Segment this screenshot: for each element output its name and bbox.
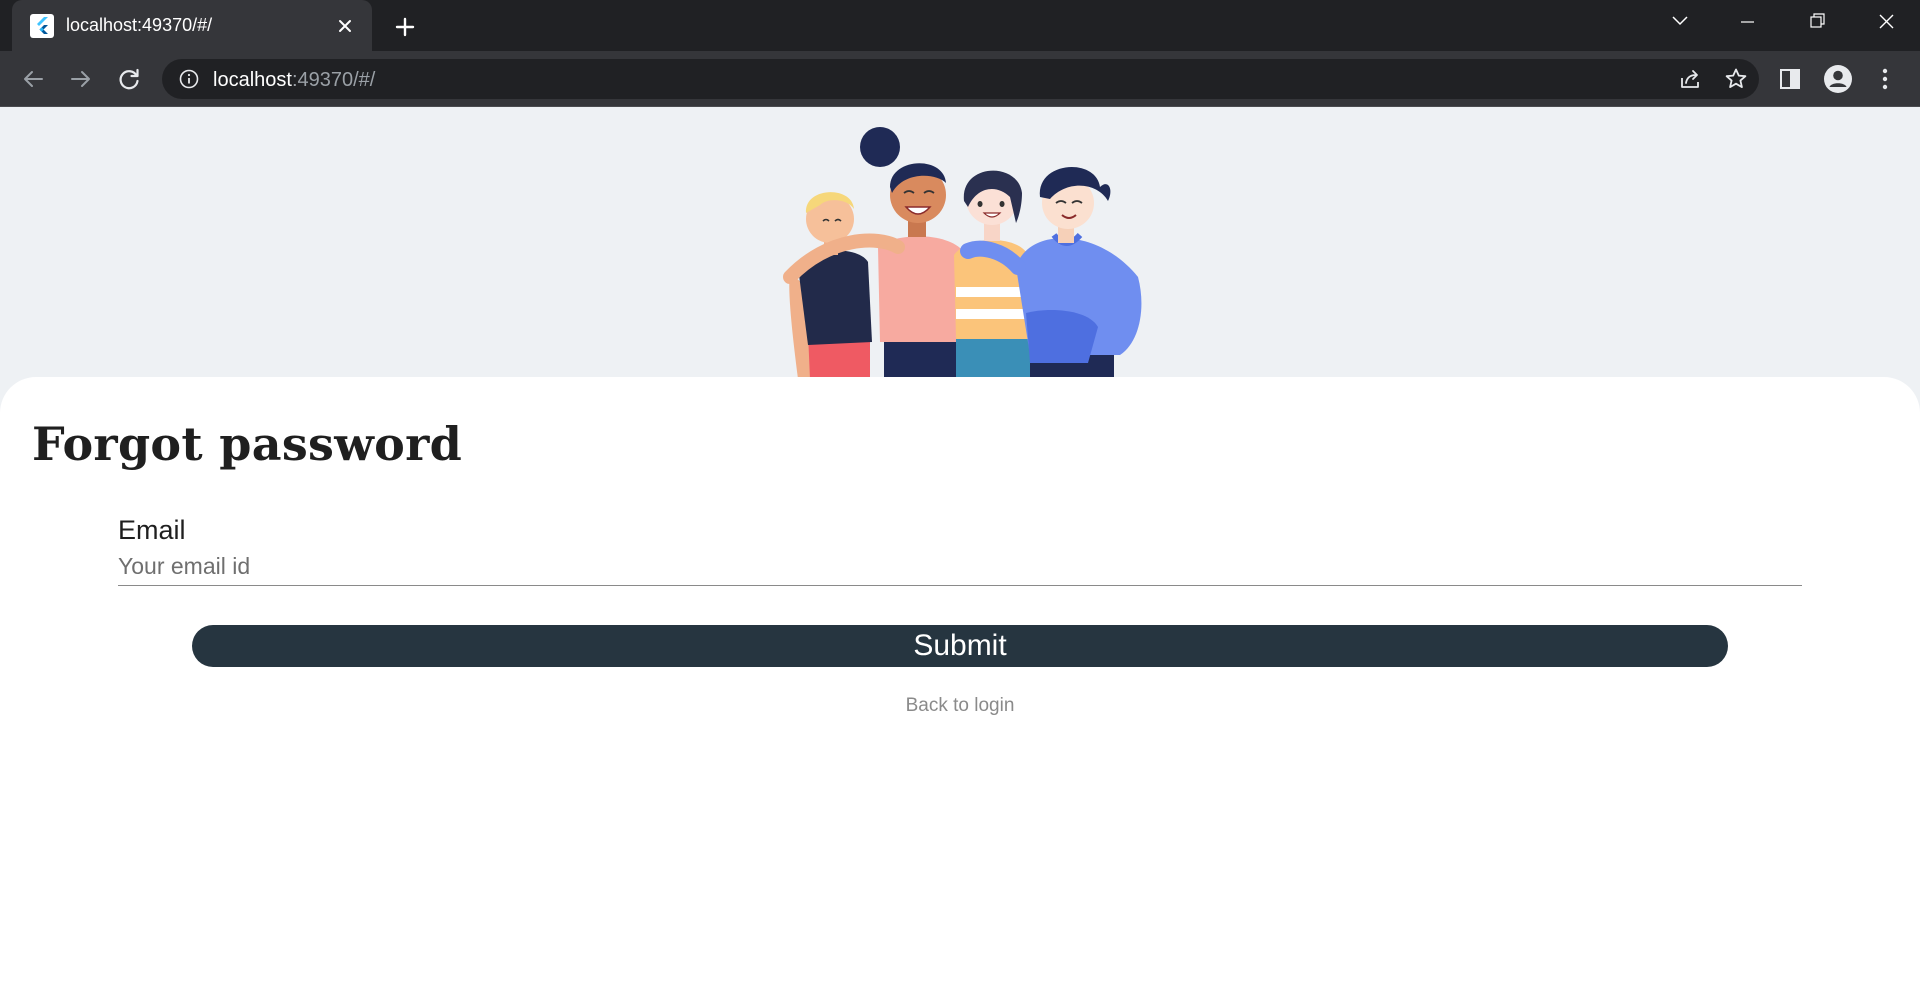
- reload-icon[interactable]: [110, 60, 148, 98]
- url-host: localhost: [213, 69, 292, 91]
- page-title: Forgot password: [32, 417, 463, 471]
- email-field-group: Email: [118, 515, 1802, 586]
- page-viewport: Forgot password Email Submit Back to log…: [0, 107, 1920, 1007]
- star-icon[interactable]: [1723, 66, 1749, 92]
- kebab-menu-icon[interactable]: [1868, 62, 1902, 96]
- browser-tab[interactable]: localhost:49370/#/: [12, 0, 372, 51]
- back-to-login-row: Back to login: [0, 695, 1920, 717]
- url-text: localhost:49370/#/: [213, 69, 375, 92]
- minimize-icon[interactable]: [1713, 0, 1782, 44]
- chevron-down-icon[interactable]: [1645, 0, 1714, 44]
- restore-icon[interactable]: [1782, 0, 1851, 44]
- close-icon[interactable]: [332, 13, 358, 39]
- back-to-login-link[interactable]: Back to login: [906, 695, 1015, 716]
- back-arrow-icon[interactable]: [14, 60, 52, 98]
- email-label: Email: [118, 515, 186, 545]
- hero-banner: [0, 107, 1920, 379]
- form-card: Forgot password Email Submit Back to log…: [0, 377, 1920, 1007]
- browser-toolbar: localhost:49370/#/: [0, 51, 1920, 107]
- address-bar[interactable]: localhost:49370/#/: [162, 59, 1759, 99]
- side-panel-icon[interactable]: [1773, 62, 1807, 96]
- url-path: :49370/#/: [291, 69, 376, 91]
- info-icon[interactable]: [178, 68, 200, 90]
- friends-illustration: [783, 127, 1142, 379]
- close-icon[interactable]: [1851, 0, 1920, 44]
- flutter-favicon-icon: [30, 14, 54, 38]
- tab-title: localhost:49370/#/: [66, 15, 213, 35]
- email-input[interactable]: [118, 548, 1802, 586]
- tab-strip: localhost:49370/#/: [0, 0, 1920, 51]
- submit-button[interactable]: Submit: [192, 625, 1728, 667]
- forward-arrow-icon[interactable]: [62, 60, 100, 98]
- plus-icon[interactable]: [388, 10, 422, 44]
- profile-icon[interactable]: [1821, 62, 1855, 96]
- share-icon[interactable]: [1677, 66, 1703, 92]
